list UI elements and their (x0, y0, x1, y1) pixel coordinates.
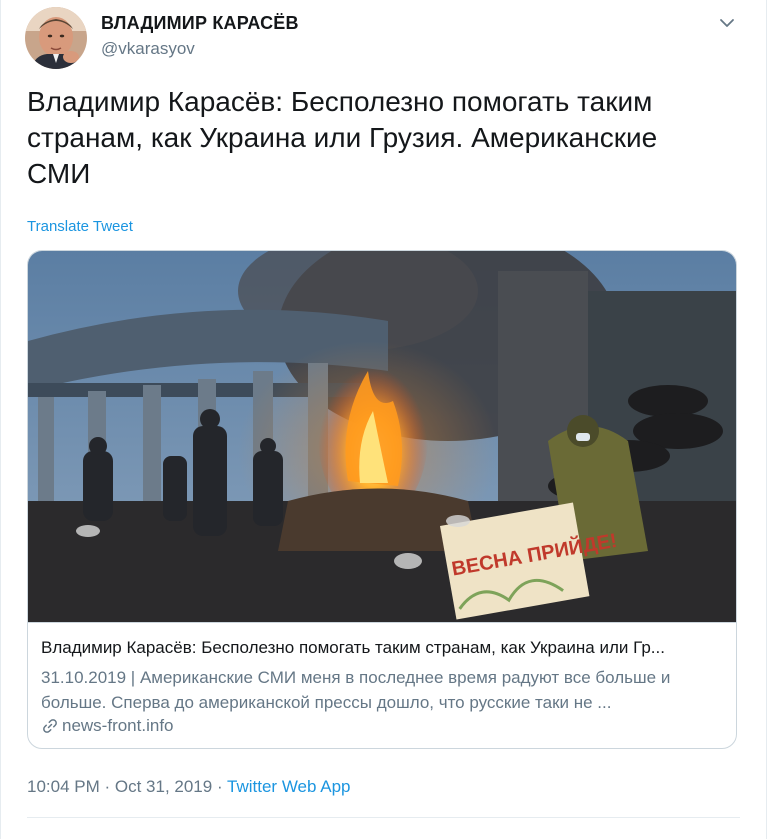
translate-tweet-link[interactable]: Translate Tweet (27, 218, 133, 235)
tweet-time[interactable]: 10:04 PM (27, 777, 100, 796)
card-domain-text: news-front.info (62, 716, 174, 735)
card-photo: ВЕСНА ПРИЙДЕ! (28, 251, 736, 622)
tweet-text: Владимир Карасёв: Бесполезно помогать та… (27, 86, 658, 189)
tweet-meta: 10:04 PM · Oct 31, 2019 · Twitter Web Ap… (27, 777, 351, 797)
chevron-down-icon[interactable] (716, 12, 738, 34)
card-body[interactable]: Владимир Карасёв: Бесполезно помогать та… (28, 622, 736, 748)
card-title[interactable]: Владимир Карасёв: Бесполезно помогать та… (41, 638, 726, 658)
tweet-date[interactable]: Oct 31, 2019 (115, 777, 212, 796)
author-handle[interactable]: @vkarasyov (101, 39, 195, 59)
meta-separator: · (99, 777, 115, 796)
author-name[interactable]: ВЛАДИМИР КАРАСЁВ (101, 13, 299, 34)
tweet-source[interactable]: Twitter Web App (227, 777, 350, 796)
card-image[interactable]: ВЕСНА ПРИЙДЕ! (28, 251, 736, 622)
tweet-container: ВЛАДИМИР КАРАСЁВ @vkarasyov Владимир Кар… (0, 0, 767, 839)
divider (27, 817, 740, 818)
card-domain[interactable]: news-front.info (41, 716, 174, 736)
avatar-photo (25, 7, 87, 69)
link-preview-card[interactable]: ВЕСНА ПРИЙДЕ! Владимир Карасёв: Бесполез… (27, 250, 737, 749)
meta-separator: · (212, 777, 228, 796)
link-icon (43, 719, 57, 733)
card-description: 31.10.2019 | Американские СМИ меня в пос… (41, 668, 671, 712)
avatar[interactable] (25, 7, 87, 69)
